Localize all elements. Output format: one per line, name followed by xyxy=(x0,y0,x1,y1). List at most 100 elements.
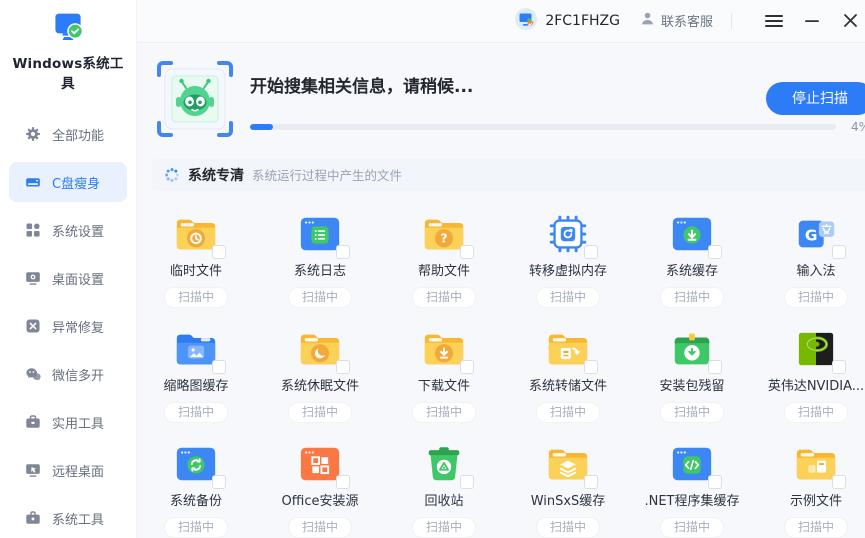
scan-status-badge: 扫描中 xyxy=(536,517,600,538)
sidebar-item-all-features[interactable]: 全部功能 xyxy=(9,114,127,154)
nvidia-icon xyxy=(793,326,839,372)
item-checkbox[interactable] xyxy=(460,360,474,374)
sidebar-item-label: 远程桌面 xyxy=(52,461,104,480)
window-download-icon xyxy=(669,211,715,257)
clean-item-label: 转移虚拟内存 xyxy=(529,263,607,281)
clean-item-label: 安装包残留 xyxy=(659,378,724,396)
license-shield-icon xyxy=(514,7,538,35)
sidebar-item-error-repair[interactable]: 异常修复 xyxy=(9,306,127,346)
app-window: Windows系统工具 全部功能C盘瘦身系统设置桌面设置异常修复微信多开实用工具… xyxy=(0,0,865,538)
sidebar-item-label: 系统工具 xyxy=(52,509,104,528)
item-checkbox[interactable] xyxy=(212,475,226,489)
svg-text:?: ? xyxy=(440,231,447,246)
clean-item-label: 系统转储文件 xyxy=(529,378,607,396)
clean-item-system-cache[interactable]: 系统缓存扫描中 xyxy=(630,211,754,308)
clean-item-hibernation-file[interactable]: 系统休眠文件扫描中 xyxy=(258,326,382,423)
item-checkbox[interactable] xyxy=(832,245,846,259)
clean-item-thumbnail-cache[interactable]: 缩略图缓存扫描中 xyxy=(134,326,258,423)
close-button[interactable] xyxy=(836,7,864,35)
item-checkbox[interactable] xyxy=(336,475,350,489)
recycle-bin-icon xyxy=(421,441,467,487)
stop-scan-button[interactable]: 停止扫描 xyxy=(766,82,865,115)
item-checkbox[interactable] xyxy=(460,245,474,259)
contact-support[interactable]: 联系客服 xyxy=(640,11,713,30)
clean-item-nvidia-cache[interactable]: 英伟达NVIDIA...扫描中 xyxy=(754,326,865,423)
progress-track xyxy=(250,124,836,130)
clean-item-office-source[interactable]: Office安装源扫描中 xyxy=(258,441,382,538)
sidebar-item-label: 系统设置 xyxy=(52,221,104,240)
chip-icon xyxy=(545,211,591,257)
box-download-icon xyxy=(669,326,715,372)
clean-items-grid: 临时文件扫描中系统日志扫描中?帮助文件扫描中转移虚拟内存扫描中系统缓存扫描中G输… xyxy=(134,211,865,538)
scan-robot-icon xyxy=(152,56,238,142)
item-checkbox[interactable] xyxy=(708,245,722,259)
office-icon xyxy=(297,441,343,487)
menu-button[interactable] xyxy=(760,7,788,35)
folder-download-icon xyxy=(421,326,467,372)
wechat-icon xyxy=(25,366,41,382)
clean-item-system-logs[interactable]: 系统日志扫描中 xyxy=(258,211,382,308)
sidebar-item-wechat-multi[interactable]: 微信多开 xyxy=(9,354,127,394)
sidebar-item-system-settings[interactable]: 系统设置 xyxy=(9,210,127,250)
sidebar-item-label: 异常修复 xyxy=(52,317,104,336)
sidebar-item-system-tools[interactable]: 系统工具 xyxy=(9,498,127,538)
clean-item-recycle-bin[interactable]: 回收站扫描中 xyxy=(382,441,506,538)
section-title: 系统专清 xyxy=(188,165,244,185)
sidebar-item-utility-tools[interactable]: 实用工具 xyxy=(9,402,127,442)
clean-item-sample-files[interactable]: 示例文件扫描中 xyxy=(754,441,865,538)
sidebar-item-label: 全部功能 xyxy=(52,125,104,144)
license-code: 2FC1FHZG xyxy=(545,13,620,29)
item-checkbox[interactable] xyxy=(212,360,226,374)
sidebar-item-remote-desktop[interactable]: 远程桌面 xyxy=(9,450,127,490)
sidebar-item-desktop-settings[interactable]: 桌面设置 xyxy=(9,258,127,298)
titlebar: 2FC1FHZG 联系客服 xyxy=(137,0,865,43)
translate-icon: G xyxy=(793,211,839,257)
item-checkbox[interactable] xyxy=(584,475,598,489)
item-checkbox[interactable] xyxy=(212,245,226,259)
item-checkbox[interactable] xyxy=(832,475,846,489)
remote-icon xyxy=(25,462,41,478)
folder-image-icon xyxy=(173,326,219,372)
folder-files-icon xyxy=(793,441,839,487)
clean-item-label: 系统休眠文件 xyxy=(281,378,359,396)
clean-item-label: 缩略图缓存 xyxy=(163,378,228,396)
clean-item-download-files[interactable]: 下载文件扫描中 xyxy=(382,326,506,423)
clean-item-label: 系统日志 xyxy=(294,263,346,281)
item-checkbox[interactable] xyxy=(708,360,722,374)
clean-item-input-method[interactable]: G输入法扫描中 xyxy=(754,211,865,308)
clean-item-dotnet-cache[interactable]: .NET程序集缓存扫描中 xyxy=(630,441,754,538)
clean-item-help-files[interactable]: ?帮助文件扫描中 xyxy=(382,211,506,308)
item-checkbox[interactable] xyxy=(460,475,474,489)
minimize-button[interactable] xyxy=(798,7,826,35)
item-checkbox[interactable] xyxy=(336,245,350,259)
hamburger-icon xyxy=(764,13,784,29)
scan-status-badge: 扫描中 xyxy=(784,402,848,423)
clean-item-installer-residue[interactable]: 安装包残留扫描中 xyxy=(630,326,754,423)
window-log-icon xyxy=(297,211,343,257)
clean-item-label: 临时文件 xyxy=(170,263,222,281)
sidebar-item-c-drive-slim[interactable]: C盘瘦身 xyxy=(9,162,127,202)
folder-layers-icon xyxy=(545,441,591,487)
section-subtitle: 系统运行过程中产生的文件 xyxy=(252,165,402,184)
clean-item-system-backup[interactable]: 系统备份扫描中 xyxy=(134,441,258,538)
item-checkbox[interactable] xyxy=(336,360,350,374)
item-checkbox[interactable] xyxy=(832,360,846,374)
scan-status-badge: 扫描中 xyxy=(660,287,724,308)
window-sync-icon xyxy=(173,441,219,487)
clean-item-label: 系统缓存 xyxy=(666,263,718,281)
item-checkbox[interactable] xyxy=(584,360,598,374)
clean-item-temp-files[interactable]: 临时文件扫描中 xyxy=(134,211,258,308)
scan-status-badge: 扫描中 xyxy=(164,402,228,423)
scan-status-badge: 扫描中 xyxy=(660,517,724,538)
clean-item-dump-files[interactable]: 系统转储文件扫描中 xyxy=(506,326,630,423)
scan-status-badge: 扫描中 xyxy=(412,402,476,423)
clean-item-winsxs-cache[interactable]: WinSxS缓存扫描中 xyxy=(506,441,630,538)
item-checkbox[interactable] xyxy=(584,245,598,259)
gear-icon xyxy=(25,126,41,142)
license-chip[interactable]: 2FC1FHZG xyxy=(514,7,620,35)
scan-status-badge: 扫描中 xyxy=(288,287,352,308)
clean-item-label: .NET程序集缓存 xyxy=(644,493,739,511)
item-checkbox[interactable] xyxy=(708,475,722,489)
sidebar-nav: 全部功能 C盘瘦身系统设置桌面设置异常修复微信多开实用工具远程桌面系统工具 xyxy=(0,114,136,538)
clean-item-virtual-memory[interactable]: 转移虚拟内存扫描中 xyxy=(506,211,630,308)
